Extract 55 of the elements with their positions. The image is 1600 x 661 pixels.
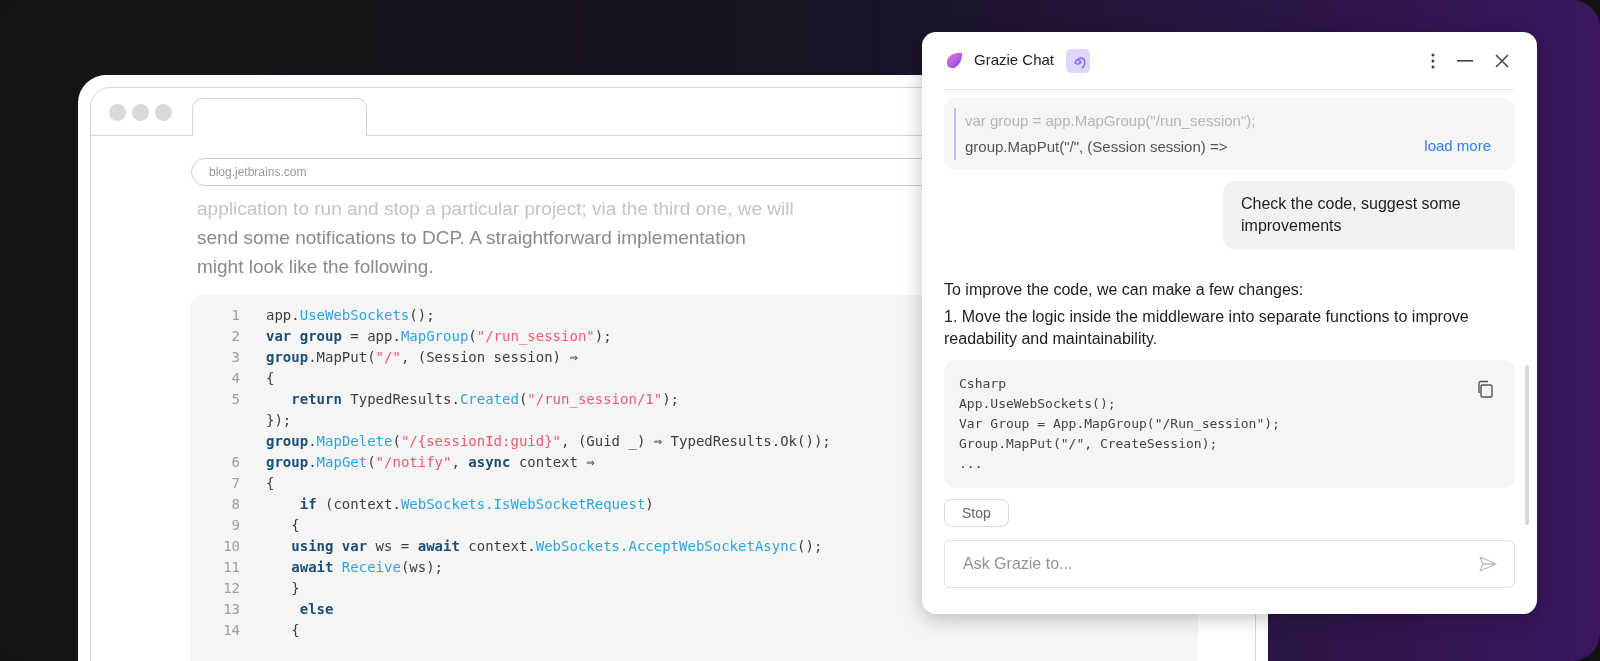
spiral-icon[interactable] xyxy=(1066,48,1091,73)
line-number: 9 xyxy=(230,516,240,535)
code-line: using var ws = await context.WebSockets.AcceptWebSocketAsync(); xyxy=(290,537,823,556)
stop-button[interactable]: Stop xyxy=(944,499,1009,527)
line-number: 1 xyxy=(230,306,240,325)
line-number: 7 xyxy=(230,474,240,493)
line-number: 8 xyxy=(230,495,240,514)
code-line: var group = app.MapGroup("/run_session"); xyxy=(266,327,612,347)
code-line: group.MapDelete("/{sessionId:guid}", (Guid _) ⇒ TypedResults.Ok()); xyxy=(266,432,831,452)
chat-title: Grazie Chat xyxy=(974,50,1055,71)
line-number: 14 xyxy=(222,621,240,640)
close-icon[interactable] xyxy=(1495,53,1509,68)
code-line: Group.MapPut("/", CreateSession); xyxy=(959,435,1219,453)
minimize-icon[interactable] xyxy=(1457,59,1473,62)
code-line: } xyxy=(290,579,300,598)
line-number: 6 xyxy=(230,453,240,472)
answer-text: 1. Move the logic inside the middleware into separate functions to improve readability and maintainability. xyxy=(944,307,1470,349)
line-number: 10 xyxy=(222,537,240,556)
code-line: group.MapGet("/notify", async context ⇒ xyxy=(266,453,595,472)
code-line: { xyxy=(290,621,300,640)
answer-text: To improve the code, we can make a few changes: xyxy=(944,280,1305,300)
line-number: 5 xyxy=(230,390,240,409)
code-line: return TypedResults.Created("/run_session/1"); xyxy=(290,390,680,410)
code-line: }); xyxy=(266,411,292,430)
quote-line: var group = app.MapGroup("/run_session"); xyxy=(965,111,1256,131)
code-line: if (context.WebSockets.IsWebSocketRequest) xyxy=(298,495,654,514)
paragraph-line: send some notifications to DCP. A straightforward implementation xyxy=(197,226,746,250)
url-text: blog.jetbrains.com xyxy=(209,164,307,181)
line-number: 11 xyxy=(222,558,240,577)
line-number: 13 xyxy=(222,600,240,619)
code-line: app.UseWebSockets(); xyxy=(266,306,435,325)
code-line: App.UseWebSockets(); xyxy=(959,395,1117,413)
line-number: 3 xyxy=(230,348,240,367)
code-line: else xyxy=(298,600,334,619)
code-line: { xyxy=(290,516,300,535)
logo-icon xyxy=(945,51,963,70)
copy-icon[interactable] xyxy=(1476,380,1494,398)
chat-input[interactable]: Ask Grazie to... xyxy=(944,540,1515,588)
scrollbar[interactable] xyxy=(1525,365,1529,525)
line-number: 2 xyxy=(230,327,240,346)
line-number: 4 xyxy=(230,369,240,388)
code-line: ... xyxy=(959,455,984,473)
code-line: { xyxy=(266,369,275,388)
code-line: { xyxy=(266,474,275,493)
quote-line: group.MapPut("/", (Session session) => xyxy=(965,137,1229,157)
paragraph-line: might look like the following. xyxy=(197,255,434,279)
load-more-link[interactable]: load more xyxy=(1424,134,1491,157)
code-line: Csharp xyxy=(959,375,1007,393)
user-message-bubble: Check the code, suggest some improvements xyxy=(1223,181,1515,249)
paragraph-line: application to run and stop a particular project; via the third one, we will xyxy=(197,197,794,221)
more-options-icon[interactable] xyxy=(1431,52,1435,69)
code-line: Var Group = App.MapGroup("/Run_session"); xyxy=(959,415,1280,433)
code-line: await Receive(ws); xyxy=(290,558,444,577)
code-line: group.MapPut("/", (Session session) ⇒ xyxy=(266,348,578,367)
line-number: 12 xyxy=(222,579,240,598)
